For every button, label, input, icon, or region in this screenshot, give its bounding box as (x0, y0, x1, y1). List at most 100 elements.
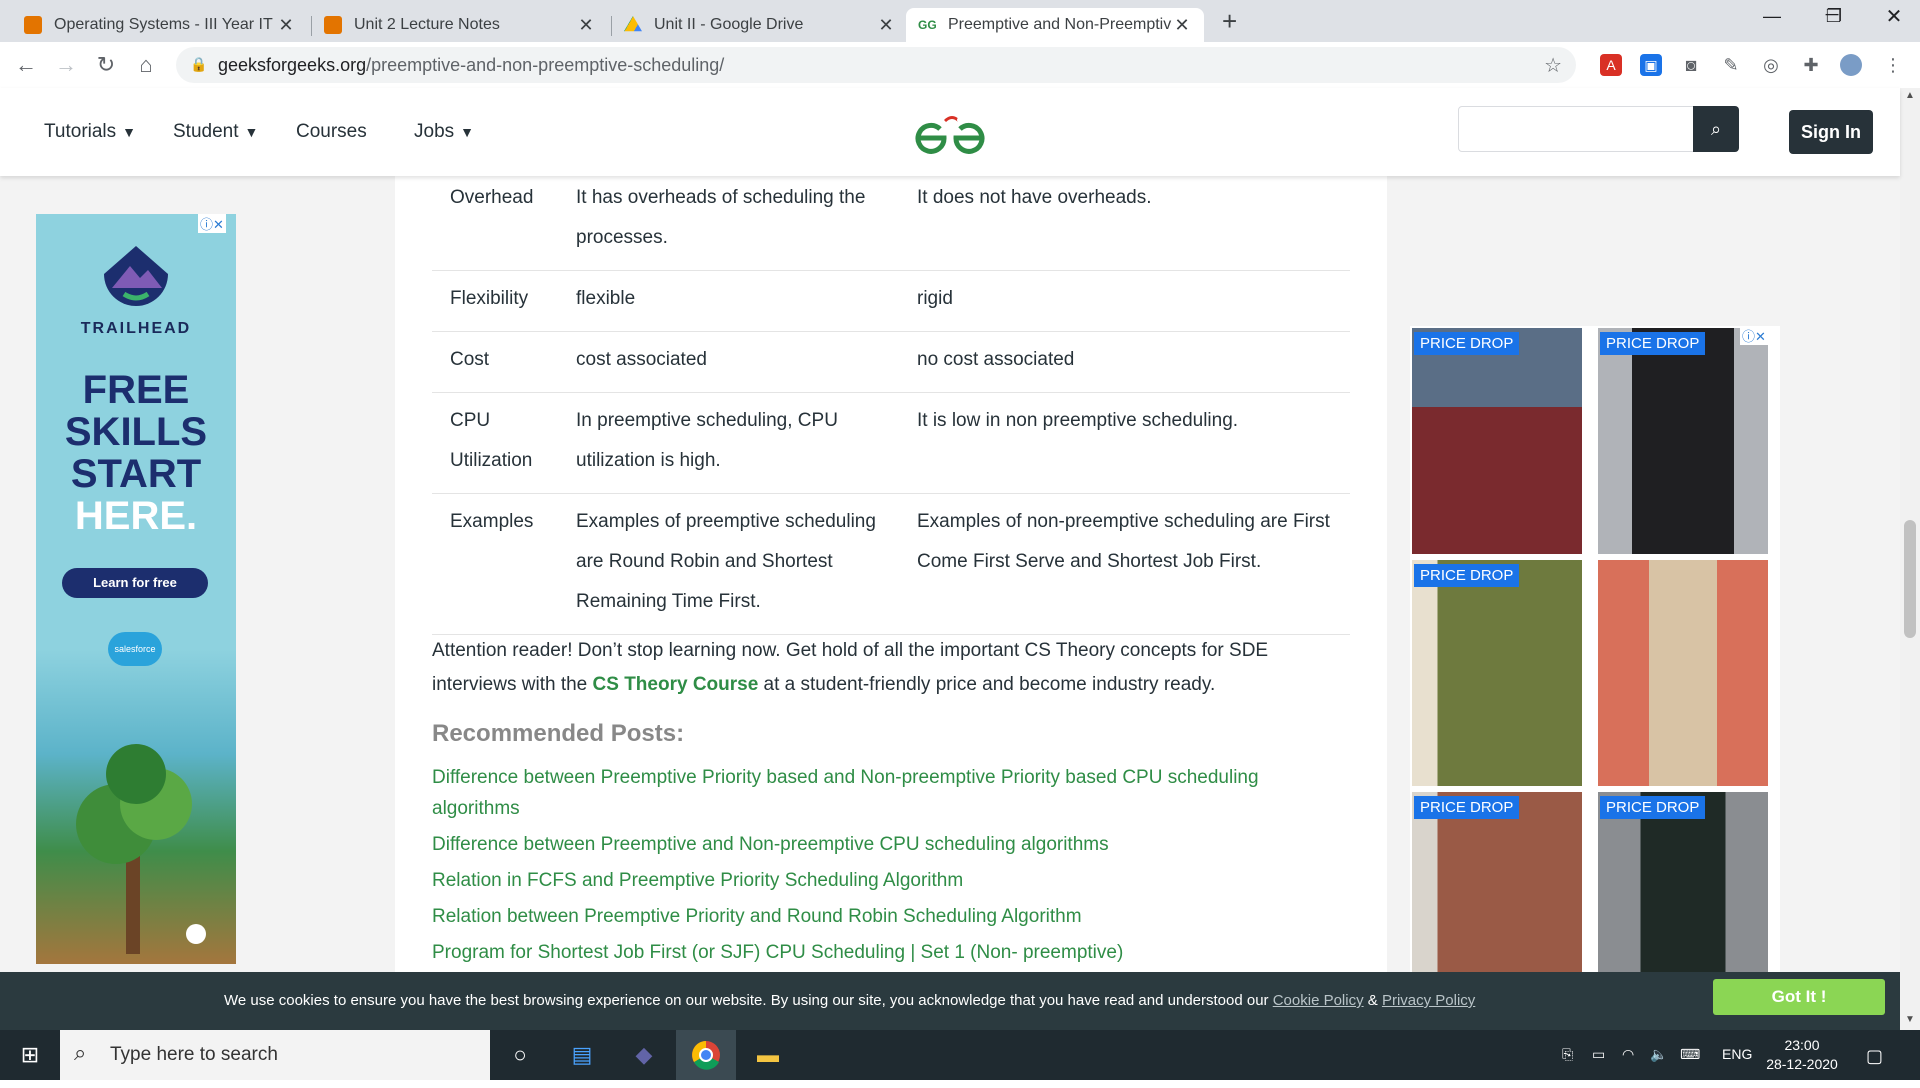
table-cell-aspect: Flexibility (432, 270, 558, 332)
clock[interactable]: 23:00 28-12-2020 (1762, 1036, 1842, 1074)
menu-label: Tutorials (44, 121, 117, 142)
task-view-icon[interactable]: ○ (490, 1030, 550, 1080)
eyedropper-extension-icon[interactable]: ✎ (1720, 54, 1742, 76)
blazer-image (1598, 560, 1768, 786)
extension-circle-icon[interactable]: ◎ (1760, 54, 1782, 76)
maximize-window-icon[interactable]: ❐ (1814, 6, 1854, 27)
acrobat-extension-icon[interactable]: A (1600, 54, 1622, 76)
url-domain: geeksforgeeks.org (218, 55, 367, 75)
product-tile[interactable]: PRICE DROP (1598, 328, 1768, 554)
fashion-ad[interactable]: PRICE DROP PRICE DROP PRICE DROP PRICE D… (1410, 326, 1780, 1018)
close-window-icon[interactable]: ✕ (1874, 4, 1914, 29)
browser-tab[interactable]: Unit 2 Lecture Notes ✕ (312, 8, 608, 42)
camera-extension-icon[interactable]: ◙ (1680, 54, 1702, 76)
recommended-link[interactable]: Relation between Preemptive Priority and… (432, 901, 1332, 932)
menu-student[interactable]: Student ▼ (173, 121, 258, 143)
scroll-up-icon[interactable]: ▲ (1905, 90, 1915, 101)
price-drop-badge: PRICE DROP (1600, 796, 1706, 819)
puzzle-extensions-icon[interactable]: ✚ (1800, 54, 1822, 76)
table-row: Examples Examples of preemptive scheduli… (432, 493, 1350, 635)
gfg-logo[interactable] (914, 110, 986, 156)
cookie-message: We use cookies to ensure you have the be… (224, 992, 1475, 1009)
close-tab-icon[interactable]: ✕ (276, 15, 296, 36)
profile-avatar[interactable] (1840, 54, 1862, 76)
address-bar[interactable]: 🔒 geeksforgeeks.org/preemptive-and-non-p… (176, 47, 1576, 83)
back-arrow-icon[interactable]: ← (12, 51, 40, 79)
close-tab-icon[interactable]: ✕ (1172, 15, 1192, 36)
trailhead-ad[interactable]: TRAILHEAD FREE SKILLS START HERE. Learn … (36, 214, 236, 964)
keyboard-icon[interactable]: ⌨ (1680, 1046, 1700, 1063)
remote-desktop-icon[interactable]: ▤ (552, 1030, 612, 1080)
adchoices-icon[interactable]: ⓘ✕ (1740, 326, 1768, 345)
learn-for-free-button[interactable]: Learn for free (62, 568, 208, 598)
recommended-posts-heading: Recommended Posts: (432, 720, 685, 747)
headline-line: HERE. (74, 494, 198, 538)
cookie-text: We use cookies to ensure you have the be… (224, 992, 1273, 1009)
table-cell-aspect: Overhead (432, 170, 558, 271)
chrome-icon[interactable] (676, 1030, 736, 1080)
cs-theory-course-link[interactable]: CS Theory Course (593, 674, 759, 695)
cookie-consent-bar: We use cookies to ensure you have the be… (0, 972, 1900, 1030)
table-cell-non-preemptive: no cost associated (899, 331, 1350, 393)
got-it-button[interactable]: Got It ! (1713, 979, 1885, 1015)
sign-in-button[interactable]: Sign In (1789, 110, 1873, 154)
recommended-link[interactable]: Difference between Preemptive and Non-pr… (432, 829, 1332, 860)
menu-courses[interactable]: Courses (296, 121, 367, 143)
volume-icon[interactable]: 🔈 (1650, 1046, 1667, 1063)
adchoices-icon[interactable]: ⓘ✕ (198, 214, 226, 233)
tab-title: Operating Systems - III Year IT (B (54, 16, 276, 33)
home-icon[interactable]: ⌂ (132, 51, 160, 79)
search-input[interactable] (1458, 106, 1694, 152)
table-cell-aspect: Examples (432, 493, 558, 635)
bookmark-star-icon[interactable]: ☆ (1544, 53, 1562, 78)
meet-now-icon[interactable]: ⎘ (1562, 1046, 1573, 1063)
teams-icon[interactable]: ◆ (614, 1030, 674, 1080)
table-cell-non-preemptive: rigid (899, 270, 1350, 332)
browser-tab[interactable]: Unit II - Google Drive ✕ (612, 8, 908, 42)
product-tile[interactable]: PRICE DROP (1412, 560, 1582, 786)
kurta-image (1412, 560, 1582, 786)
menu-jobs[interactable]: Jobs ▼ (414, 121, 474, 143)
file-explorer-icon[interactable]: ▬ (738, 1030, 798, 1080)
scrollbar-thumb[interactable] (1904, 520, 1916, 638)
product-tile[interactable] (1598, 560, 1768, 786)
table-cell-preemptive: It has overheads of scheduling the proce… (558, 170, 899, 271)
table-cell-preemptive: In preemptive scheduling, CPU utilizatio… (558, 392, 899, 494)
notifications-icon[interactable]: ▢ (1866, 1046, 1883, 1067)
recommended-link[interactable]: Relation in FCFS and Preemptive Priority… (432, 865, 1332, 896)
tab-title: Preemptive and Non-Preemptive (948, 16, 1172, 33)
close-tab-icon[interactable]: ✕ (876, 15, 896, 36)
battery-icon[interactable]: ▭ (1592, 1046, 1605, 1063)
language-indicator[interactable]: ENG (1722, 1046, 1752, 1062)
browser-tab-active[interactable]: GG Preemptive and Non-Preemptive ✕ (906, 8, 1204, 42)
privacy-policy-link[interactable]: Privacy Policy (1382, 992, 1475, 1009)
headline-line: SKILLS (64, 410, 208, 454)
windows-start-icon[interactable]: ⊞ (0, 1030, 60, 1080)
close-tab-icon[interactable]: ✕ (576, 15, 596, 36)
price-drop-badge: PRICE DROP (1414, 564, 1520, 587)
product-tile[interactable]: PRICE DROP (1412, 328, 1582, 554)
clock-date: 28-12-2020 (1766, 1056, 1838, 1072)
menu-tutorials[interactable]: Tutorials ▼ (44, 121, 136, 143)
classroom-favicon-icon (24, 16, 42, 34)
scroll-down-icon[interactable]: ▼ (1905, 1014, 1915, 1025)
table-row: Flexibility flexible rigid (432, 270, 1350, 332)
cookie-policy-link[interactable]: Cookie Policy (1273, 992, 1364, 1009)
hoodie-image (1598, 328, 1768, 554)
search-icon[interactable]: ⌕ (1693, 106, 1739, 152)
browser-toolbar: ← → ↻ ⌂ 🔒 geeksforgeeks.org/preemptive-a… (0, 42, 1920, 89)
price-drop-badge: PRICE DROP (1414, 796, 1520, 819)
forward-arrow-icon[interactable]: → (52, 51, 80, 79)
new-tab-plus-icon[interactable]: + (1222, 6, 1237, 37)
minimize-window-icon[interactable]: — (1752, 6, 1792, 27)
recommended-link[interactable]: Difference between Preemptive Priority b… (432, 762, 1332, 824)
browser-tab[interactable]: Operating Systems - III Year IT (B ✕ (12, 8, 308, 42)
table-cell-aspect: Cost (432, 331, 558, 393)
taskbar-search[interactable]: ⌕ Type here to search (60, 1030, 490, 1080)
recommended-link[interactable]: Program for Shortest Job First (or SJF) … (432, 937, 1332, 968)
wifi-icon[interactable]: ◠ (1622, 1046, 1634, 1063)
menu-kebab-icon[interactable]: ⋮ (1882, 54, 1904, 76)
page-scrollbar[interactable]: ▲ ▼ (1900, 88, 1920, 1030)
screen-capture-extension-icon[interactable]: ▣ (1640, 54, 1662, 76)
reload-icon[interactable]: ↻ (92, 51, 120, 79)
